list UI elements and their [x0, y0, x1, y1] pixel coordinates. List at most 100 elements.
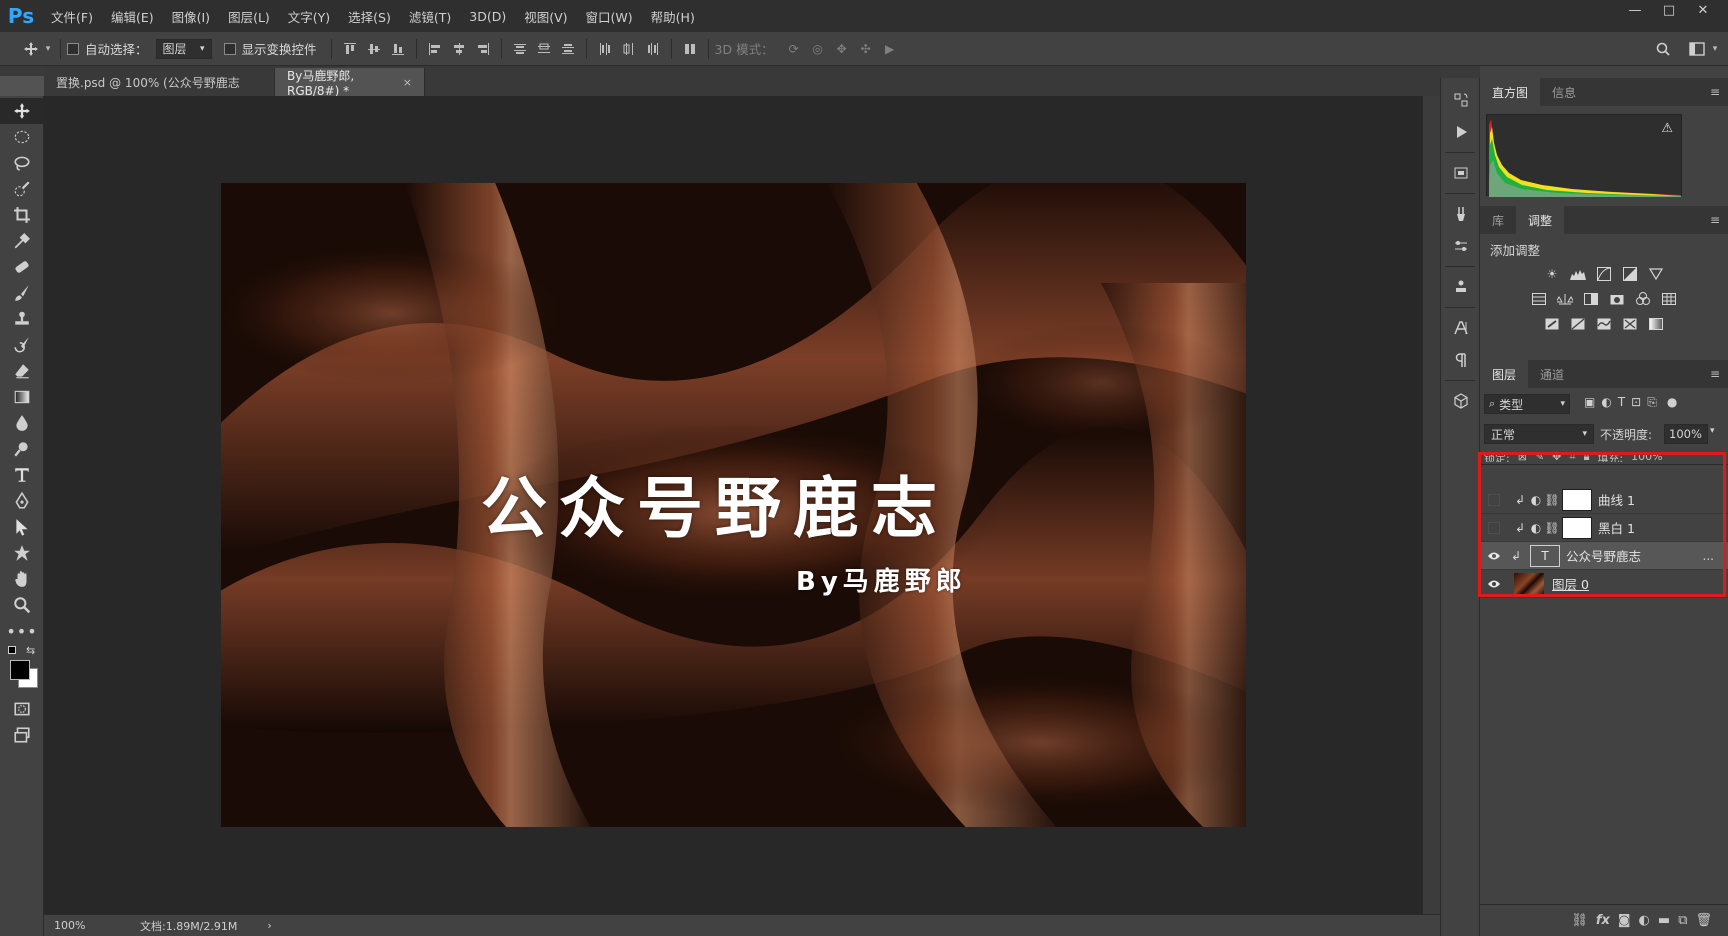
auto-align-icon[interactable] [678, 38, 702, 60]
marquee-tool-icon[interactable] [0, 124, 44, 150]
menu-view[interactable]: 视图(V) [515, 0, 576, 32]
3d-pan-icon[interactable]: ✥ [830, 38, 854, 60]
hand-tool-icon[interactable] [0, 566, 44, 592]
show-transform-checkbox[interactable] [223, 42, 236, 55]
panel-menu-icon[interactable]: ≡ [1710, 213, 1720, 227]
doc-tab-displace[interactable]: 置换.psd @ 100% (公众号野鹿志 [44, 68, 275, 96]
history-panel-icon[interactable] [1441, 84, 1481, 116]
panel-menu-icon[interactable]: ≡ [1710, 85, 1720, 99]
tab-info[interactable]: 信息 [1540, 78, 1588, 106]
link-layers-icon[interactable]: ⛓︎ [1571, 913, 1588, 928]
custom-shape-tool-icon[interactable] [0, 540, 44, 566]
paragraph-panel-icon[interactable] [1441, 344, 1481, 376]
type-tool-icon[interactable] [0, 462, 44, 488]
menu-file[interactable]: 文件(F) [42, 0, 102, 32]
menu-type[interactable]: 文字(Y) [279, 0, 339, 32]
3d-roll-icon[interactable]: ◎ [806, 38, 830, 60]
align-left-icon[interactable] [423, 38, 447, 60]
healing-brush-tool-icon[interactable] [0, 254, 44, 280]
brush-presets-icon[interactable] [1441, 198, 1481, 230]
selective-color-icon[interactable] [1620, 315, 1640, 333]
toolbar-collapse-bar[interactable] [0, 66, 44, 76]
align-bottom-icon[interactable] [386, 38, 410, 60]
lasso-tool-icon[interactable] [0, 150, 44, 176]
new-group-icon[interactable]: ▬ [1658, 913, 1670, 928]
fx-icon[interactable]: fx [1596, 913, 1610, 928]
black-white-icon[interactable] [1581, 290, 1601, 308]
dock-collapse-bar[interactable] [1440, 66, 1480, 78]
clone-source-icon[interactable] [1441, 271, 1481, 303]
default-colors-icon[interactable] [8, 646, 16, 654]
more-tools-icon[interactable]: ••• [0, 618, 44, 644]
warning-icon[interactable]: ⚠ [1661, 121, 1673, 136]
filter-smart-object-icon[interactable]: ⎘ [1647, 395, 1657, 410]
chevron-down-icon[interactable]: ▾ [1708, 38, 1722, 60]
threshold-icon[interactable] [1594, 315, 1614, 333]
curves-icon[interactable] [1594, 265, 1614, 283]
photo-filter-icon[interactable] [1607, 290, 1627, 308]
filter-shape-icon[interactable]: ⊡ [1631, 395, 1641, 410]
quick-select-tool-icon[interactable] [0, 176, 44, 202]
menu-edit[interactable]: 编辑(E) [102, 0, 163, 32]
clone-stamp-tool-icon[interactable] [0, 306, 44, 332]
distribute-bottom-icon[interactable] [556, 38, 580, 60]
path-selection-tool-icon[interactable] [0, 514, 44, 540]
align-right-icon[interactable] [471, 38, 495, 60]
distribute-left-icon[interactable] [593, 38, 617, 60]
add-mask-icon[interactable]: ◙ [1618, 913, 1631, 928]
tab-adjustments[interactable]: 调整 [1516, 206, 1565, 234]
channel-mixer-icon[interactable] [1633, 290, 1653, 308]
character-panel-icon[interactable] [1441, 312, 1481, 344]
close-button[interactable]: ✕ [1686, 0, 1720, 20]
3d-slide-icon[interactable]: ✣ [854, 38, 878, 60]
menu-3d[interactable]: 3D(D) [460, 0, 515, 32]
move-tool-icon[interactable] [0, 98, 44, 124]
gradient-tool-icon[interactable] [0, 384, 44, 410]
restore-button[interactable]: □ [1652, 0, 1686, 20]
menu-layer[interactable]: 图层(L) [219, 0, 279, 32]
color-lookup-icon[interactable] [1659, 290, 1679, 308]
blur-tool-icon[interactable] [0, 410, 44, 436]
minimize-button[interactable]: — [1618, 0, 1652, 20]
brush-settings-icon[interactable] [1441, 230, 1481, 262]
vibrance-icon[interactable] [1646, 265, 1666, 283]
brightness-contrast-icon[interactable]: ☀ [1542, 265, 1562, 283]
posterize-icon[interactable] [1568, 315, 1588, 333]
tab-libraries[interactable]: 库 [1480, 206, 1516, 234]
document-canvas[interactable]: 公众号野鹿志 By马鹿野郎 [221, 183, 1246, 827]
screen-mode-icon[interactable] [0, 722, 44, 748]
hue-saturation-icon[interactable] [1529, 290, 1549, 308]
3d-cube-icon[interactable] [1441, 385, 1481, 417]
menu-image[interactable]: 图像(I) [163, 0, 219, 32]
status-menu-arrow-icon[interactable]: › [267, 919, 271, 932]
chevron-down-icon[interactable]: ▾ [1710, 426, 1715, 436]
opacity-input[interactable]: 100% [1664, 424, 1708, 444]
color-balance-icon[interactable] [1555, 290, 1575, 308]
distribute-top-icon[interactable] [508, 38, 532, 60]
actions-panel-icon[interactable] [1441, 116, 1481, 148]
swap-colors-icon[interactable]: ⇆ [26, 644, 35, 657]
brush-tool-icon[interactable] [0, 280, 44, 306]
dodge-tool-icon[interactable] [0, 436, 44, 462]
align-hcenter-icon[interactable] [447, 38, 471, 60]
tab-close-icon[interactable]: × [403, 76, 412, 89]
align-top-icon[interactable] [338, 38, 362, 60]
auto-select-dropdown[interactable]: 图层 ▾ [155, 38, 212, 59]
tab-layers[interactable]: 图层 [1480, 360, 1529, 388]
align-vcenter-icon[interactable] [362, 38, 386, 60]
distribute-vcenter-icon[interactable] [532, 38, 556, 60]
filter-type-icon[interactable]: T [1618, 395, 1625, 410]
new-layer-icon[interactable]: ⧉ [1678, 913, 1687, 928]
quick-mask-icon[interactable] [0, 696, 44, 722]
chevron-down-icon[interactable]: ▾ [42, 38, 54, 60]
pen-tool-icon[interactable] [0, 488, 44, 514]
search-icon[interactable] [1652, 38, 1674, 60]
distribute-right-icon[interactable] [641, 38, 665, 60]
gradient-map-icon[interactable] [1646, 315, 1666, 333]
tab-channels[interactable]: 通道 [1528, 360, 1576, 388]
menu-help[interactable]: 帮助(H) [642, 0, 704, 32]
3d-scale-icon[interactable]: ▶ [878, 38, 902, 60]
eyedropper-tool-icon[interactable] [0, 228, 44, 254]
doc-tab-active[interactable]: By马鹿野郎, RGB/8#) * × [275, 68, 425, 98]
zoom-level[interactable]: 100% [54, 919, 120, 932]
